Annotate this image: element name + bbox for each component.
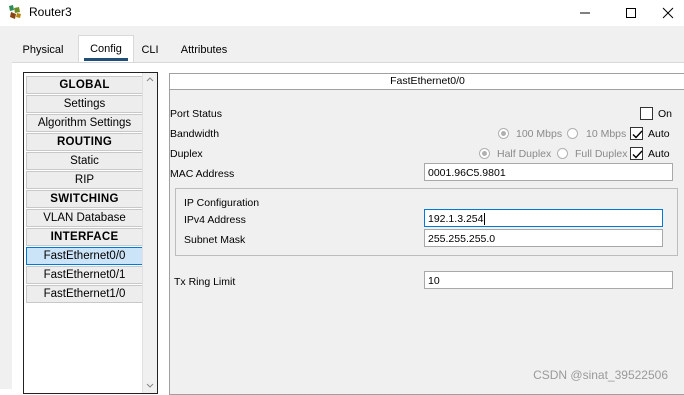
duplex-half-label: Half Duplex: [497, 148, 552, 160]
nav-item-fastethernet0-1[interactable]: FastEthernet0/1: [26, 266, 143, 284]
active-tab-indicator: [84, 58, 128, 61]
nav-item-rip[interactable]: RIP: [26, 171, 143, 189]
tab-content: GLOBAL Settings Algorithm Settings ROUTI…: [12, 62, 684, 395]
port-status-on-checkbox[interactable]: [640, 107, 653, 120]
duplex-full-label: Full Duplex: [575, 148, 628, 160]
text-caret: [484, 213, 486, 226]
nav-item-algorithm-settings[interactable]: Algorithm Settings: [26, 114, 143, 132]
bandwidth-10mbps-radio[interactable]: [567, 128, 578, 139]
maximize-button[interactable]: [608, 0, 654, 26]
bandwidth-auto-label: Auto: [648, 128, 670, 140]
bandwidth-100mbps-radio[interactable]: [498, 128, 509, 139]
checkmark-icon: [632, 150, 643, 159]
tab-physical[interactable]: Physical: [12, 38, 74, 62]
minimize-icon: [580, 12, 590, 14]
nav-item-vlan-database[interactable]: VLAN Database: [26, 209, 143, 227]
tx-ring-limit-label: Tx Ring Limit: [174, 276, 236, 288]
ipv4-address-input[interactable]: 192.1.3.254: [424, 209, 663, 227]
nav-item-settings[interactable]: Settings: [26, 95, 143, 113]
nav-item-fastethernet0-0[interactable]: FastEthernet0/0: [26, 247, 143, 265]
interface-config-panel: FastEthernet0/0 Port Status On Bandwidth…: [169, 73, 684, 395]
nav-item-static[interactable]: Static: [26, 152, 143, 170]
tab-label: Config: [90, 43, 122, 55]
duplex-half-radio[interactable]: [479, 148, 490, 159]
tx-ring-limit-input[interactable]: 10: [424, 271, 673, 289]
nav-header-global: GLOBAL: [26, 76, 143, 94]
duplex-auto-label: Auto: [648, 148, 670, 160]
port-status-label: Port Status: [170, 108, 222, 120]
maximize-icon: [626, 8, 636, 18]
duplex-label: Duplex: [170, 148, 203, 160]
subnet-mask-input[interactable]: 255.255.255.0: [424, 229, 663, 247]
tab-cli[interactable]: CLI: [136, 38, 164, 62]
tab-attributes[interactable]: Attributes: [174, 38, 234, 62]
title-bar: Router3: [0, 0, 684, 26]
duplex-full-radio[interactable]: [557, 148, 568, 159]
panel-title: FastEthernet0/0: [170, 74, 684, 90]
duplex-auto-checkbox[interactable]: [630, 147, 643, 160]
bandwidth-10mbps-label: 10 Mbps: [586, 128, 627, 140]
scroll-down-icon[interactable]: [146, 383, 154, 389]
ip-configuration-title: IP Configuration: [184, 197, 260, 209]
scroll-up-icon[interactable]: [146, 76, 154, 82]
tab-label: Attributes: [180, 44, 228, 56]
nav-header-interface: INTERFACE: [26, 228, 143, 246]
nav-header-routing: ROUTING: [26, 133, 143, 151]
tab-config[interactable]: Config: [78, 35, 134, 63]
mac-address-label: MAC Address: [170, 168, 235, 180]
bandwidth-100mbps-label: 100 Mbps: [516, 128, 563, 140]
nav-item-fastethernet1-0[interactable]: FastEthernet1/0: [26, 285, 143, 303]
router-device-icon: [9, 5, 21, 19]
subnet-mask-label: Subnet Mask: [184, 234, 246, 246]
window-title: Router3: [29, 5, 72, 19]
tab-label: Physical: [22, 44, 64, 56]
checkmark-icon: [632, 130, 643, 139]
bandwidth-auto-checkbox[interactable]: [630, 127, 643, 140]
minimize-button[interactable]: [562, 0, 608, 26]
nav-scrollbar[interactable]: [142, 73, 157, 393]
tab-label: CLI: [141, 44, 159, 56]
close-icon: [662, 7, 674, 19]
client-area: Physical Config CLI Attributes GLOBAL Se…: [0, 26, 684, 395]
port-status-on-label: On: [658, 108, 673, 120]
close-button[interactable]: [652, 0, 684, 26]
watermark: CSDN @sinat_39522506: [533, 368, 668, 382]
config-nav-list: GLOBAL Settings Algorithm Settings ROUTI…: [23, 72, 158, 394]
bandwidth-label: Bandwidth: [170, 128, 220, 140]
mac-address-field[interactable]: 0001.96C5.9801: [424, 163, 673, 181]
ip-configuration-group: IP Configuration IPv4 Address 192.1.3.25…: [175, 188, 678, 256]
nav-header-switching: SWITCHING: [26, 190, 143, 208]
ipv4-address-label: IPv4 Address: [184, 214, 246, 226]
ipv4-address-value: 192.1.3.254: [428, 213, 484, 225]
